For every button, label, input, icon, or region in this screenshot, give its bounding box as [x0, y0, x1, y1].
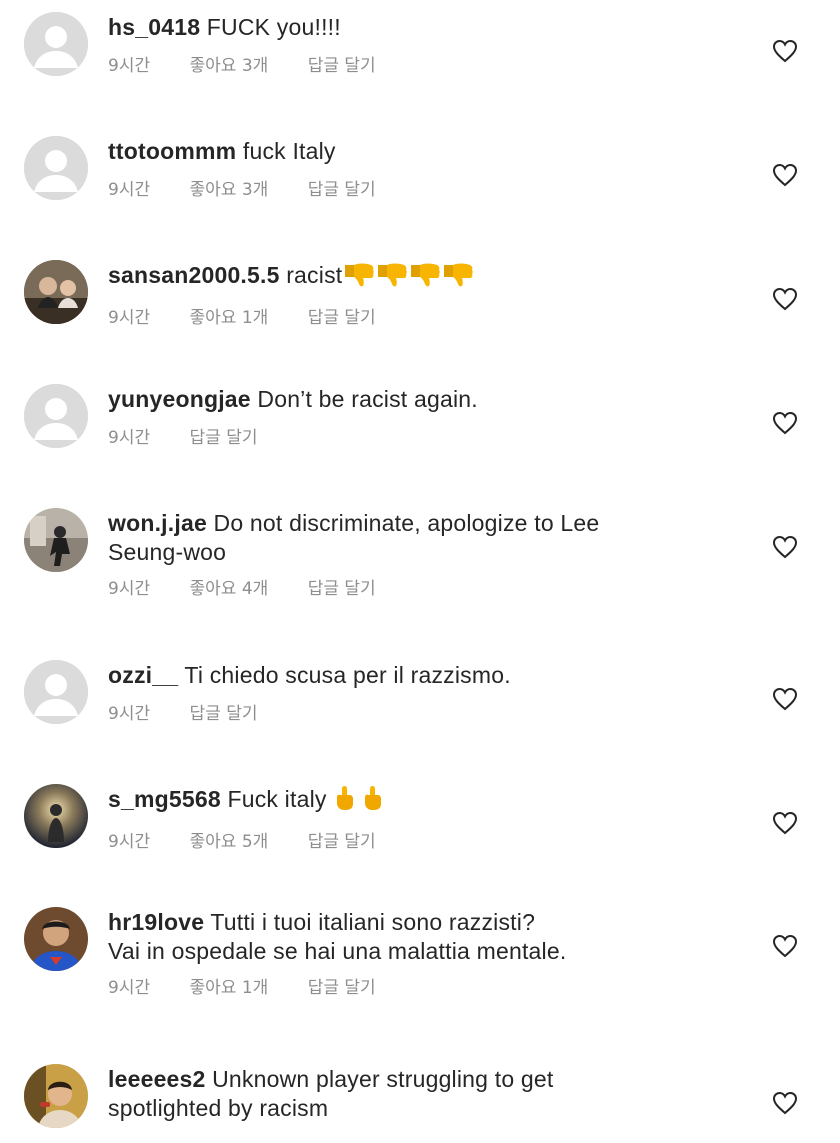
comment-body: sansan2000.5.5 racist: [108, 261, 748, 294]
default-avatar-icon[interactable]: [24, 12, 88, 76]
comment-body: s_mg5568 Fuck italy: [108, 785, 748, 818]
reply-button[interactable]: 답글 달기: [190, 703, 258, 725]
comments-list: hs_0418 FUCK you!!!! 9시간 좋아요 3개 답글 달기 tt…: [0, 0, 840, 1143]
photo-avatar[interactable]: [24, 784, 88, 848]
comment-meta: 9시간 답글 달기: [108, 703, 748, 725]
timestamp[interactable]: 9시간: [108, 578, 150, 600]
likes-count[interactable]: 좋아요 5개: [190, 831, 269, 853]
photo-avatar[interactable]: [24, 508, 88, 572]
username-link[interactable]: hs_0418: [108, 14, 200, 40]
heart-icon[interactable]: [772, 411, 798, 435]
reply-button[interactable]: 답글 달기: [190, 427, 258, 449]
photo-avatar[interactable]: [24, 1064, 88, 1128]
reply-button[interactable]: 답글 달기: [308, 977, 376, 999]
likes-count[interactable]: 좋아요 3개: [190, 179, 269, 201]
timestamp[interactable]: 9시간: [108, 307, 150, 329]
comment-meta: 9시간 답글 달기: [108, 427, 748, 449]
username-link[interactable]: leeeees2: [108, 1066, 206, 1092]
comment-meta: 9시간 좋아요 1개 답글 달기: [108, 307, 748, 329]
likes-count[interactable]: 좋아요 1개: [190, 977, 269, 999]
username-link[interactable]: s_mg5568: [108, 786, 221, 812]
reply-button[interactable]: 답글 달기: [308, 307, 376, 329]
likes-count[interactable]: 좋아요 1개: [190, 307, 269, 329]
comment-text-continued: spotlighted by racism: [108, 1095, 329, 1121]
username-link[interactable]: sansan2000.5.5: [108, 262, 280, 288]
username-link[interactable]: ozzi__: [108, 662, 178, 688]
comment-text-continued: Seung-woo: [108, 539, 227, 565]
comment-body: ozzi__ Ti chiedo scusa per il razzismo.: [108, 661, 748, 690]
thumbs-down-icon: [409, 261, 441, 294]
heart-icon[interactable]: [772, 287, 798, 311]
timestamp[interactable]: 9시간: [108, 831, 150, 853]
thumbs-down-icon: [376, 261, 408, 294]
thumbs-down-icon: [343, 261, 375, 294]
likes-count[interactable]: 좋아요 3개: [190, 55, 269, 77]
reply-button[interactable]: 답글 달기: [308, 578, 376, 600]
heart-icon[interactable]: [772, 811, 798, 835]
comment-meta: 9시간 좋아요 1개 답글 달기: [108, 977, 748, 999]
username-link[interactable]: yunyeongjae: [108, 386, 251, 412]
comment-body: hs_0418 FUCK you!!!!: [108, 13, 748, 42]
comment-body: won.j.jae Do not discriminate, apologize…: [108, 509, 748, 538]
reply-button[interactable]: 답글 달기: [308, 831, 376, 853]
username-link[interactable]: hr19love: [108, 909, 204, 935]
timestamp[interactable]: 9시간: [108, 427, 150, 449]
middle-finger-icon: [362, 785, 382, 818]
heart-icon[interactable]: [772, 163, 798, 187]
comment-text: Fuck italy: [227, 786, 327, 812]
comment-text-continued: Vai in ospedale se hai una malattia ment…: [108, 938, 567, 964]
middle-finger-icon: [334, 785, 354, 818]
comment-text: Tutti i tuoi italiani sono razzisti?: [210, 909, 536, 935]
username-link[interactable]: ttotoommm: [108, 138, 236, 164]
timestamp[interactable]: 9시간: [108, 703, 150, 725]
heart-icon[interactable]: [772, 535, 798, 559]
comment-text: fuck Italy: [242, 138, 336, 164]
photo-avatar[interactable]: [24, 260, 88, 324]
comment-text: racist: [286, 262, 343, 288]
photo-avatar[interactable]: [24, 907, 88, 971]
comment-meta: 9시간 좋아요 5개 답글 달기: [108, 831, 748, 853]
comment-body: ttotoommm fuck Italy: [108, 137, 748, 166]
default-avatar-icon[interactable]: [24, 660, 88, 724]
timestamp[interactable]: 9시간: [108, 977, 150, 999]
comment-body: leeeees2 Unknown player struggling to ge…: [108, 1065, 748, 1094]
comment-meta: 9시간 좋아요 3개 답글 달기: [108, 55, 748, 77]
heart-icon[interactable]: [772, 1091, 798, 1115]
comment-text: Don’t be racist again.: [257, 386, 478, 412]
heart-icon[interactable]: [772, 687, 798, 711]
username-link[interactable]: won.j.jae: [108, 510, 207, 536]
comment-text: Do not discriminate, apologize to Lee: [213, 510, 600, 536]
comment-meta: 9시간 좋아요 4개 답글 달기: [108, 578, 748, 600]
reply-button[interactable]: 답글 달기: [308, 55, 376, 77]
likes-count[interactable]: 좋아요 4개: [190, 578, 269, 600]
comment-text: FUCK you!!!!: [206, 14, 341, 40]
timestamp[interactable]: 9시간: [108, 55, 150, 77]
heart-icon[interactable]: [772, 39, 798, 63]
comment-meta: 9시간 좋아요 3개 답글 달기: [108, 179, 748, 201]
comment-body: yunyeongjae Don’t be racist again.: [108, 385, 748, 414]
default-avatar-icon[interactable]: [24, 136, 88, 200]
heart-icon[interactable]: [772, 934, 798, 958]
timestamp[interactable]: 9시간: [108, 179, 150, 201]
default-avatar-icon[interactable]: [24, 384, 88, 448]
comment-text: Unknown player struggling to get: [212, 1066, 554, 1092]
thumbs-down-icon: [442, 261, 474, 294]
comment-text: Ti chiedo scusa per il razzismo.: [184, 662, 511, 688]
reply-button[interactable]: 답글 달기: [308, 179, 376, 201]
comment-body: hr19love Tutti i tuoi italiani sono razz…: [108, 908, 748, 937]
